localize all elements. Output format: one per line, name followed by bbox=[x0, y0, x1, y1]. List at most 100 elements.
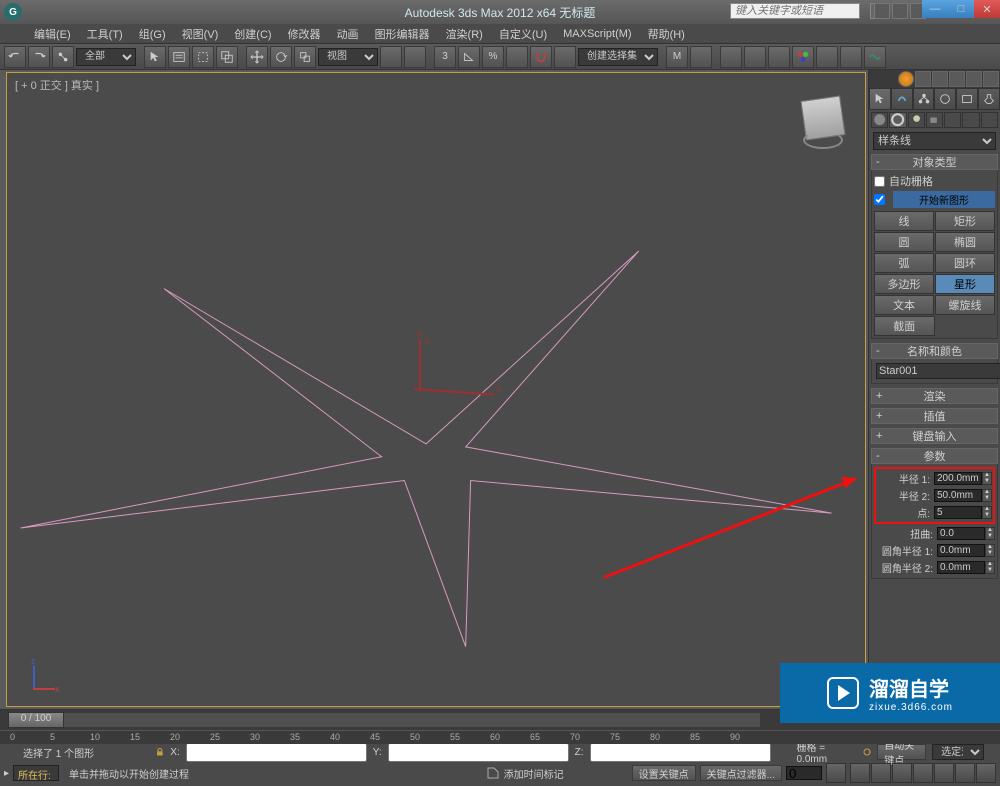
lights-subtab[interactable] bbox=[908, 112, 925, 128]
helpers-subtab[interactable] bbox=[944, 112, 961, 128]
shape-rectangle[interactable]: 矩形 bbox=[935, 211, 995, 231]
schematic-button[interactable] bbox=[768, 46, 790, 68]
radius2-input[interactable] bbox=[934, 489, 982, 502]
layer-filter-dropdown[interactable]: 全部 bbox=[76, 48, 136, 66]
new-shape-button[interactable]: 开始新图形 bbox=[893, 191, 995, 208]
curve-editor-button[interactable] bbox=[744, 46, 766, 68]
create-tab[interactable] bbox=[869, 88, 891, 110]
link-button[interactable] bbox=[52, 46, 74, 68]
tool-icon-1[interactable] bbox=[915, 71, 931, 87]
menu-create[interactable]: 创建(C) bbox=[226, 26, 279, 42]
tool-icon-4[interactable] bbox=[966, 71, 982, 87]
time-config-button[interactable] bbox=[826, 763, 846, 783]
rect-select-button[interactable] bbox=[192, 46, 214, 68]
menu-help[interactable]: 帮助(H) bbox=[640, 26, 693, 42]
object-name-input[interactable] bbox=[876, 363, 1000, 379]
lock-icon[interactable] bbox=[155, 745, 165, 759]
pivot-button[interactable] bbox=[380, 46, 402, 68]
move-button[interactable] bbox=[246, 46, 268, 68]
interpolation-rollout-header[interactable]: +插值 bbox=[871, 408, 998, 424]
new-shape-checkbox[interactable] bbox=[874, 194, 885, 205]
systems-subtab[interactable] bbox=[981, 112, 998, 128]
y-coord-input[interactable] bbox=[388, 743, 569, 762]
radius1-input[interactable] bbox=[934, 472, 982, 485]
shape-line[interactable]: 线 bbox=[874, 211, 934, 231]
spacewarps-subtab[interactable] bbox=[962, 112, 979, 128]
maximize-viewport-button[interactable] bbox=[976, 763, 996, 783]
shape-category-dropdown[interactable]: 样条线 bbox=[873, 132, 996, 150]
shape-helix[interactable]: 螺旋线 bbox=[935, 295, 995, 315]
material-editor-button[interactable] bbox=[792, 46, 814, 68]
magnet-button[interactable] bbox=[530, 46, 552, 68]
menu-edit[interactable]: 编辑(E) bbox=[26, 26, 79, 42]
zoom-all-button[interactable] bbox=[871, 763, 891, 783]
tag-icon[interactable] bbox=[486, 766, 500, 780]
keyfilter-button[interactable]: 关键点过滤器... bbox=[700, 765, 782, 781]
shapes-subtab[interactable] bbox=[889, 112, 906, 128]
twist-input[interactable] bbox=[937, 527, 985, 540]
render-button[interactable] bbox=[864, 46, 886, 68]
x-coord-input[interactable] bbox=[186, 743, 367, 762]
orbit-button[interactable] bbox=[955, 763, 975, 783]
points-spinner[interactable]: ▲▼ bbox=[982, 506, 992, 519]
layer-manager-button[interactable] bbox=[720, 46, 742, 68]
spinner-snap-button[interactable] bbox=[506, 46, 528, 68]
select-button[interactable] bbox=[144, 46, 166, 68]
rendering-rollout-header[interactable]: +渲染 bbox=[871, 388, 998, 404]
render-frame-button[interactable] bbox=[840, 46, 862, 68]
named-selset-dropdown[interactable]: 创建选择集 bbox=[578, 48, 658, 66]
key-icon[interactable] bbox=[862, 745, 872, 759]
window-minimize[interactable]: — bbox=[922, 0, 948, 18]
display-tab[interactable] bbox=[956, 88, 978, 110]
viewport-label[interactable]: [ + 0 正交 ] 真实 ] bbox=[15, 77, 99, 93]
menu-animation[interactable]: 动画 bbox=[329, 26, 367, 42]
geometry-subtab[interactable] bbox=[871, 112, 888, 128]
menu-modifiers[interactable]: 修改器 bbox=[280, 26, 329, 42]
z-coord-input[interactable] bbox=[590, 743, 771, 762]
autokey-button[interactable]: 自动关键点 bbox=[877, 744, 926, 760]
render-setup-button[interactable] bbox=[816, 46, 838, 68]
fillet1-spinner[interactable]: ▲▼ bbox=[985, 544, 995, 557]
edit-selection-button[interactable] bbox=[554, 46, 576, 68]
tool-icon-5[interactable] bbox=[983, 71, 999, 87]
shape-ngon[interactable]: 多边形 bbox=[874, 274, 934, 294]
window-crossing-button[interactable] bbox=[216, 46, 238, 68]
undo-button[interactable] bbox=[4, 46, 26, 68]
menu-customize[interactable]: 自定义(U) bbox=[491, 26, 555, 42]
pan-button[interactable] bbox=[934, 763, 954, 783]
shape-section[interactable]: 截面 bbox=[874, 316, 935, 336]
shape-ellipse[interactable]: 椭圆 bbox=[935, 232, 995, 252]
radius1-spinner[interactable]: ▲▼ bbox=[982, 472, 992, 485]
setkey-button[interactable]: 设置关键点 bbox=[632, 765, 696, 781]
tool-icon-3[interactable] bbox=[949, 71, 965, 87]
modify-tab[interactable] bbox=[891, 88, 913, 110]
shape-donut[interactable]: 圆环 bbox=[935, 253, 995, 273]
shape-circle[interactable]: 圆 bbox=[874, 232, 934, 252]
sun-icon[interactable] bbox=[898, 71, 914, 87]
subscription-icon[interactable] bbox=[874, 3, 890, 19]
keyboard-rollout-header[interactable]: +键盘输入 bbox=[871, 428, 998, 444]
tool-icon-2[interactable] bbox=[932, 71, 948, 87]
current-frame-input[interactable] bbox=[786, 766, 822, 780]
favorite-icon[interactable] bbox=[892, 3, 908, 19]
zoom-button[interactable] bbox=[850, 763, 870, 783]
keyed-selset-dropdown[interactable]: 选定对象 bbox=[932, 744, 984, 760]
window-close[interactable]: ✕ bbox=[974, 0, 1000, 18]
cameras-subtab[interactable] bbox=[926, 112, 943, 128]
angle-snap-button[interactable] bbox=[458, 46, 480, 68]
fov-button[interactable] bbox=[913, 763, 933, 783]
zoom-extents-button[interactable] bbox=[892, 763, 912, 783]
utilities-tab[interactable] bbox=[978, 88, 1000, 110]
help-search-input[interactable] bbox=[730, 3, 860, 19]
menu-view[interactable]: 视图(V) bbox=[174, 26, 227, 42]
shape-arc[interactable]: 弧 bbox=[874, 253, 934, 273]
add-time-tag[interactable]: 添加时间标记 bbox=[504, 766, 564, 781]
redo-button[interactable] bbox=[28, 46, 50, 68]
twist-spinner[interactable]: ▲▼ bbox=[985, 527, 995, 540]
menu-group[interactable]: 组(G) bbox=[131, 26, 174, 42]
fillet2-input[interactable] bbox=[937, 561, 985, 574]
params-rollout-header[interactable]: -参数 bbox=[871, 448, 998, 464]
ref-coord-dropdown[interactable]: 视图 bbox=[318, 48, 378, 66]
radius2-spinner[interactable]: ▲▼ bbox=[982, 489, 992, 502]
percent-snap-button[interactable]: % bbox=[482, 46, 504, 68]
